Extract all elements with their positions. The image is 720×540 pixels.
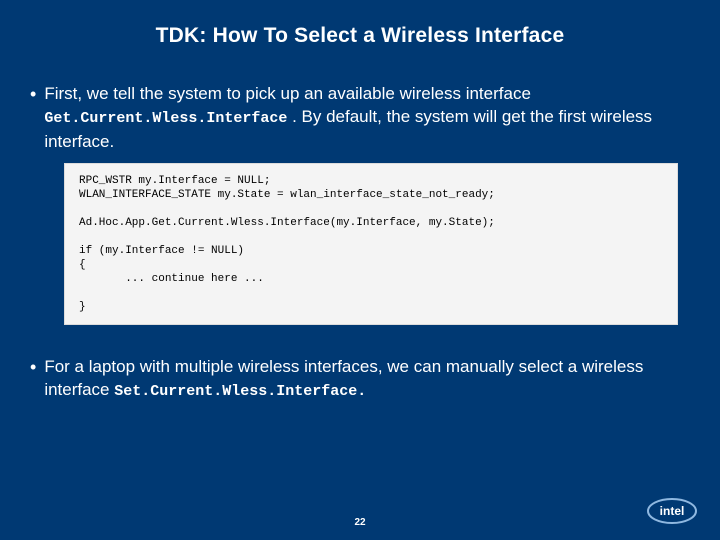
page-number: 22: [354, 517, 365, 528]
slide-title: TDK: How To Select a Wireless Interface: [28, 24, 692, 48]
bullet-dot-icon: •: [30, 82, 36, 106]
code-line-6: {: [79, 259, 86, 271]
bullet-1: • First, we tell the system to pick up a…: [28, 82, 692, 153]
bullet-1-pre: First, we tell the system to pick up an …: [44, 84, 531, 103]
code-line-7: ... continue here ...: [79, 273, 264, 285]
intel-logo-icon: intel: [646, 496, 698, 526]
bullet-dot-icon: •: [30, 355, 36, 379]
bullet-1-code: Get.Current.Wless.Interface: [44, 110, 287, 127]
bullet-2-text: For a laptop with multiple wireless inte…: [44, 355, 692, 403]
bullet-1-text: First, we tell the system to pick up an …: [44, 82, 692, 153]
code-line-3: Ad.Hoc.App.Get.Current.Wless.Interface(m…: [79, 217, 495, 229]
code-line-1: WLAN_INTERFACE_STATE my.State = wlan_int…: [79, 189, 495, 201]
bullet-2: • For a laptop with multiple wireless in…: [28, 355, 692, 403]
code-line-0: RPC_WSTR my.Interface = NULL;: [79, 175, 270, 187]
code-line-9: }: [79, 301, 86, 313]
code-block: RPC_WSTR my.Interface = NULL; WLAN_INTER…: [64, 163, 678, 325]
intel-logo: intel: [646, 496, 698, 526]
intel-logo-text: intel: [660, 504, 685, 518]
code-line-5: if (my.Interface != NULL): [79, 245, 244, 257]
slide: TDK: How To Select a Wireless Interface …: [28, 16, 692, 516]
bullet-2-code: Set.Current.Wless.Interface.: [114, 383, 366, 400]
